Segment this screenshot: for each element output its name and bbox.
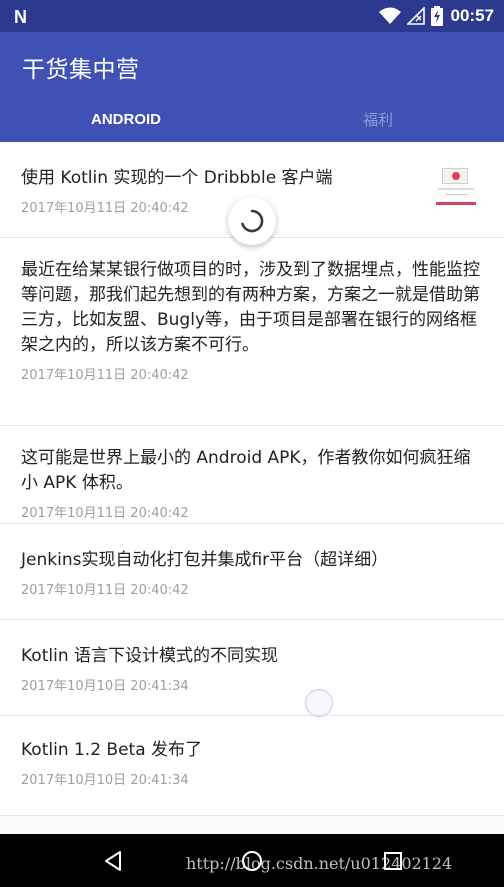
- tab-fuli[interactable]: 福利: [252, 96, 504, 142]
- list-item[interactable]: Kotlin 语言下设计模式的不同实现 2017年10月10日 20:41:34: [0, 620, 504, 716]
- status-time: 00:57: [450, 6, 494, 25]
- article-list[interactable]: 使用 Kotlin 实现的一个 Dribbble 客户端 2017年10月11日…: [0, 142, 504, 834]
- touch-indicator: [305, 689, 333, 717]
- app-bar: 干货集中营 ANDROID 福利: [0, 32, 504, 142]
- back-icon: [105, 851, 121, 871]
- battery-charging-icon: [430, 6, 443, 26]
- list-item[interactable]: 最近在给某某银行做项目的时，涉及到了数据埋点，性能监控等问题，那我们起先想到的有…: [0, 238, 504, 426]
- refresh-spinner: [228, 197, 276, 245]
- tab-bar: ANDROID 福利: [0, 96, 504, 142]
- list-item[interactable]: 这可能是世界上最小的 Android APK，作者教你如何疯狂缩小 APK 体积…: [0, 426, 504, 524]
- thumbnail-line: [438, 188, 474, 190]
- article-title: Jenkins实现自动化打包并集成fir平台（超详细）: [21, 550, 389, 570]
- thumbnail-dot: [452, 172, 460, 180]
- article-title: 这可能是世界上最小的 Android APK，作者教你如何疯狂缩小 APK 体积…: [21, 448, 471, 493]
- tab-android-label: ANDROID: [91, 110, 161, 128]
- tab-android[interactable]: ANDROID: [0, 96, 252, 142]
- list-item[interactable]: Jenkins实现自动化打包并集成fir平台（超详细） 2017年10月11日 …: [0, 524, 504, 620]
- status-bar: N 00:57: [0, 0, 504, 32]
- signal-icon: [406, 7, 425, 25]
- loading-icon: [241, 209, 264, 233]
- article-thumbnail: [432, 162, 482, 216]
- back-button[interactable]: [98, 846, 128, 876]
- thumbnail-line: [446, 194, 468, 195]
- article-title: Kotlin 1.2 Beta 发布了: [21, 740, 203, 760]
- article-title: 最近在给某某银行做项目的时，涉及到了数据埋点，性能监控等问题，那我们起先想到的有…: [21, 260, 480, 355]
- article-title: 使用 Kotlin 实现的一个 Dribbble 客户端: [21, 168, 333, 188]
- article-time: 2017年10月11日 20:40:42: [21, 506, 189, 521]
- article-time: 2017年10月10日 20:41:34: [21, 773, 189, 788]
- article-title: Kotlin 语言下设计模式的不同实现: [21, 646, 278, 666]
- watermark-text: http://blog.csdn.net/u012402124: [186, 854, 453, 873]
- status-icons: 00:57: [378, 0, 494, 32]
- list-item[interactable]: Kotlin 1.2 Beta 发布了 2017年10月10日 20:41:34: [0, 716, 504, 816]
- app-title: 干货集中营: [22, 57, 140, 83]
- article-time: 2017年10月11日 20:40:42: [21, 368, 189, 383]
- article-time: 2017年10月11日 20:40:42: [21, 583, 189, 598]
- notification-n-icon: N: [14, 7, 27, 27]
- article-time: 2017年10月10日 20:41:34: [21, 679, 189, 694]
- thumbnail-bar: [436, 202, 476, 205]
- wifi-icon: [378, 7, 401, 24]
- navigation-bar: http://blog.csdn.net/u012402124: [0, 834, 504, 887]
- tab-fuli-label: 福利: [362, 110, 393, 129]
